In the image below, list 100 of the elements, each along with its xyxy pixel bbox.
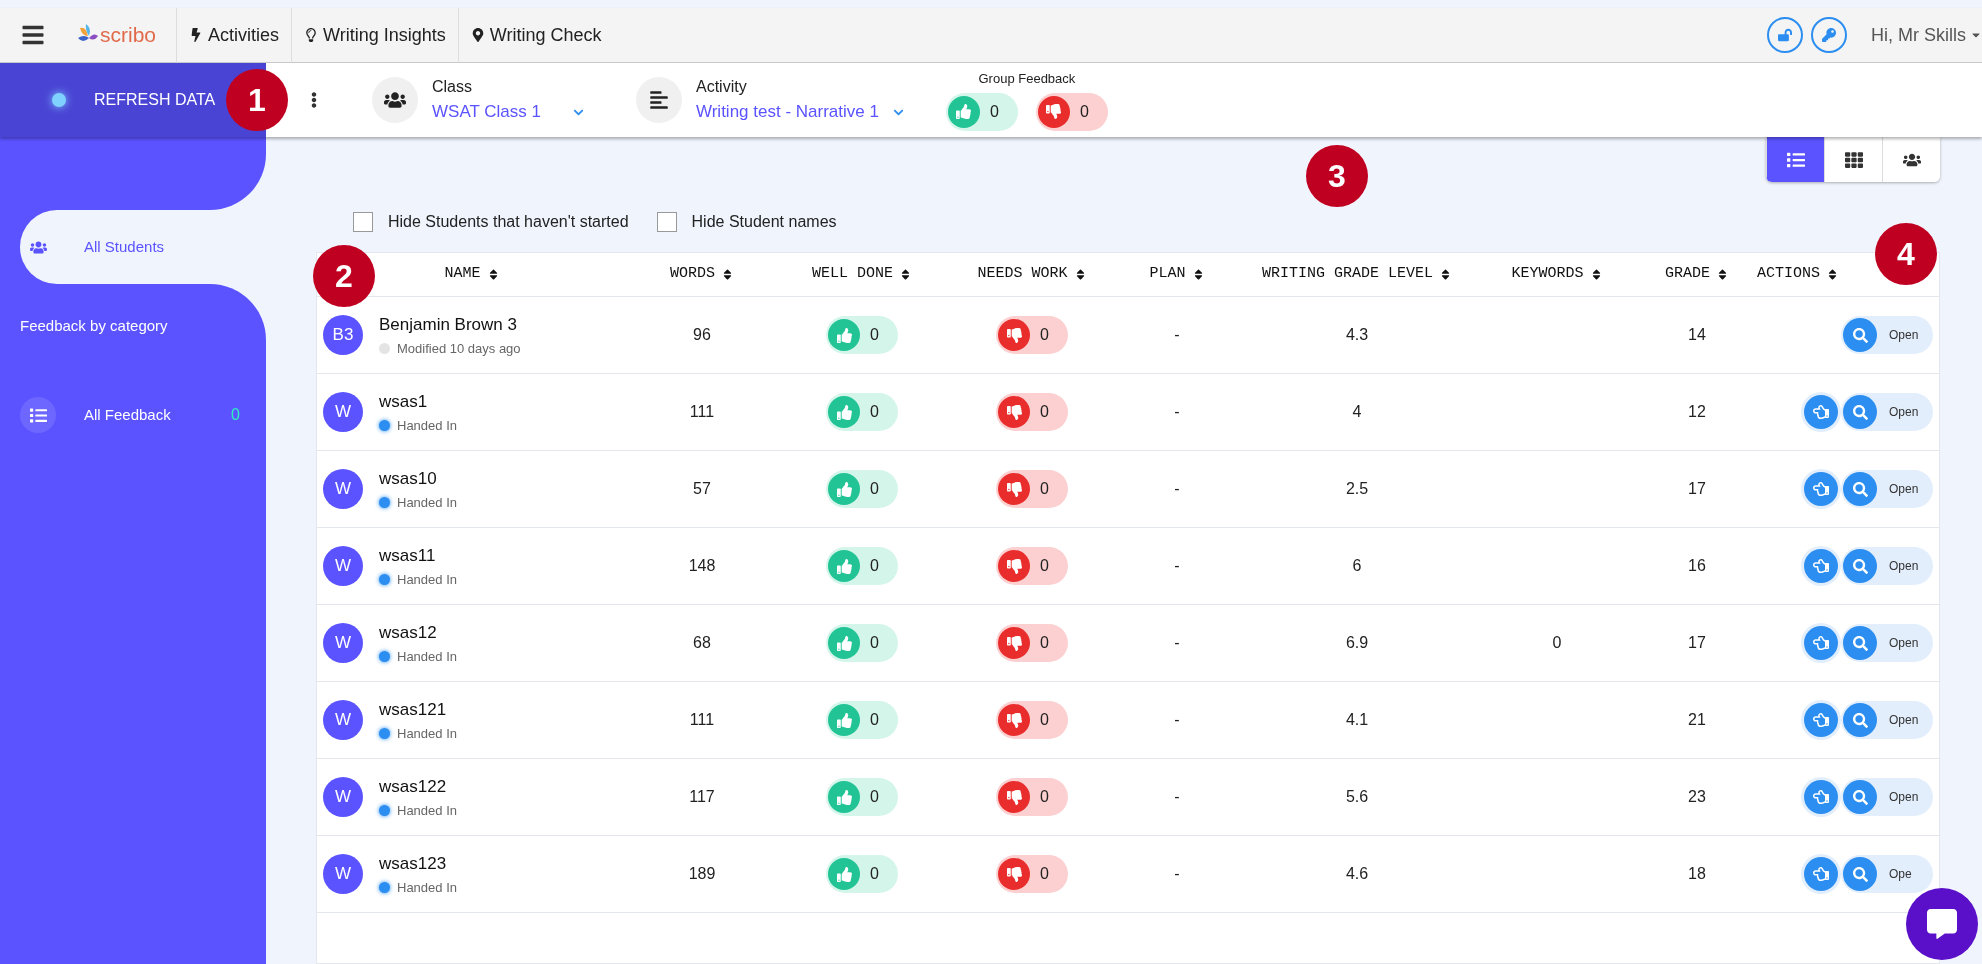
avatar: W	[323, 700, 363, 740]
column-header[interactable]: ACTIONS	[1757, 263, 1839, 286]
column-header[interactable]: WRITING GRADE LEVEL	[1262, 263, 1452, 286]
hand-point-button[interactable]	[1804, 472, 1838, 506]
student-name[interactable]: wsas1	[379, 388, 457, 414]
well-done-pill[interactable]: 0	[826, 624, 898, 662]
student-name[interactable]: wsas121	[379, 696, 457, 722]
well-done-pill[interactable]: 0	[945, 92, 1018, 131]
hand-pointing-icon	[1813, 789, 1829, 805]
open-button[interactable]: Ope	[1841, 855, 1933, 893]
grade-level: 4.3	[1345, 325, 1369, 345]
student-name[interactable]: wsas122	[379, 773, 457, 799]
column-header[interactable]: KEYWORDS	[1511, 263, 1603, 286]
checkbox[interactable]	[353, 212, 373, 232]
open-button[interactable]: Open	[1841, 547, 1933, 585]
thumbs-up-icon	[828, 396, 860, 428]
key-icon[interactable]	[1811, 17, 1847, 53]
activity-dropdown[interactable]: Writing test - Narrative 1	[695, 99, 904, 125]
callout-marker: 3	[1306, 145, 1368, 207]
needs-work-pill[interactable]: 0	[996, 316, 1068, 354]
group-view-button[interactable]	[1882, 137, 1940, 182]
student-name[interactable]: Benjamin Brown 3	[379, 311, 521, 337]
column-header[interactable]: GRADE	[1665, 263, 1729, 286]
open-button[interactable]: Open	[1841, 624, 1933, 662]
column-header[interactable]: WORDS	[670, 263, 734, 286]
thumbs-up-icon	[828, 781, 860, 813]
nav-link[interactable]: Writing Insights	[291, 7, 458, 63]
needs-work-pill[interactable]: 0	[996, 624, 1068, 662]
thumbs-up-icon	[828, 704, 860, 736]
hand-point-button[interactable]	[1804, 780, 1838, 814]
student-name[interactable]: wsas123	[379, 850, 457, 876]
feedback-count: 0	[870, 787, 879, 807]
plan-value: -	[1174, 633, 1180, 653]
callout-marker: 2	[313, 245, 375, 307]
plan-value: -	[1174, 556, 1180, 576]
column-header[interactable]: PLAN	[1149, 263, 1205, 286]
hand-point-button[interactable]	[1804, 549, 1838, 583]
user-menu[interactable]: Hi, Mr Skills	[1871, 21, 1982, 49]
column-header[interactable]: WELL DONE	[812, 263, 912, 286]
unlock-icon[interactable]	[1767, 17, 1803, 53]
needs-work-pill[interactable]: 0	[996, 547, 1068, 585]
well-done-pill[interactable]: 0	[826, 701, 898, 739]
status-text: Handed In	[397, 494, 457, 512]
feedback-count: 0	[1040, 710, 1049, 730]
status-text: Handed In	[397, 571, 457, 589]
sort-icon	[1439, 268, 1452, 281]
well-done-pill[interactable]: 0	[826, 778, 898, 816]
avatar: W	[323, 392, 363, 432]
thumbs-down-icon	[998, 627, 1030, 659]
column-header[interactable]: NAME	[444, 263, 500, 286]
plan-value: -	[1174, 710, 1180, 730]
word-count: 148	[688, 556, 716, 576]
checkbox[interactable]	[656, 212, 677, 232]
sort-icon	[1826, 268, 1839, 281]
list-view-button[interactable]	[1766, 137, 1824, 182]
sort-icon	[721, 268, 734, 281]
plan-value: -	[1174, 479, 1180, 499]
well-done-pill[interactable]: 0	[826, 316, 898, 354]
feedback-count: 0	[870, 864, 879, 884]
refresh-data-button[interactable]: REFRESH DATA	[0, 63, 218, 137]
open-button[interactable]: Open	[1841, 393, 1933, 431]
grade-level: 6.9	[1345, 633, 1369, 653]
needs-work-pill[interactable]: 0	[996, 393, 1068, 431]
student-name[interactable]: wsas11	[379, 542, 457, 568]
needs-work-pill[interactable]: 0	[996, 778, 1068, 816]
student-name[interactable]: wsas12	[379, 619, 457, 645]
column-header[interactable]: NEEDS WORK	[977, 263, 1087, 286]
activity-label: Activity	[695, 77, 748, 98]
thumbs-down-icon	[998, 396, 1030, 428]
avatar: W	[323, 623, 363, 663]
thumbs-up-icon	[947, 95, 980, 128]
hand-point-button[interactable]	[1804, 395, 1838, 429]
class-dropdown[interactable]: WSAT Class 1	[432, 99, 584, 125]
well-done-pill[interactable]: 0	[826, 855, 898, 893]
sidebar-item[interactable]: All Students	[20, 210, 266, 284]
word-count: 117	[689, 787, 715, 807]
well-done-pill[interactable]: 0	[826, 547, 898, 585]
feedback-count: 0	[870, 325, 879, 345]
hand-point-button[interactable]	[1804, 703, 1838, 737]
well-done-pill[interactable]: 0	[826, 393, 898, 431]
open-button[interactable]: Open	[1841, 316, 1933, 354]
needs-work-pill[interactable]: 0	[996, 855, 1068, 893]
needs-work-pill[interactable]: 0	[996, 701, 1068, 739]
needs-work-pill[interactable]: 0	[996, 470, 1068, 508]
thumbs-up-icon	[828, 550, 860, 582]
open-button[interactable]: Open	[1841, 701, 1933, 739]
open-button[interactable]: Open	[1841, 778, 1933, 816]
nav-link[interactable]: Writing Check	[457, 7, 614, 63]
student-name[interactable]: wsas10	[379, 465, 457, 491]
needs-work-pill[interactable]: 0	[1035, 92, 1108, 131]
hand-pointing-icon	[1813, 404, 1829, 420]
hand-point-button[interactable]	[1804, 857, 1838, 891]
chat-icon	[1927, 909, 1957, 939]
grade-value: 21	[1688, 710, 1706, 730]
hand-point-button[interactable]	[1804, 626, 1838, 660]
well-done-pill[interactable]: 0	[826, 470, 898, 508]
sidebar-item[interactable]: All Feedback 0	[20, 378, 266, 452]
open-button[interactable]: Open	[1841, 470, 1933, 508]
nav-link[interactable]: Activities	[176, 7, 292, 63]
grid-view-button[interactable]	[1824, 137, 1882, 182]
